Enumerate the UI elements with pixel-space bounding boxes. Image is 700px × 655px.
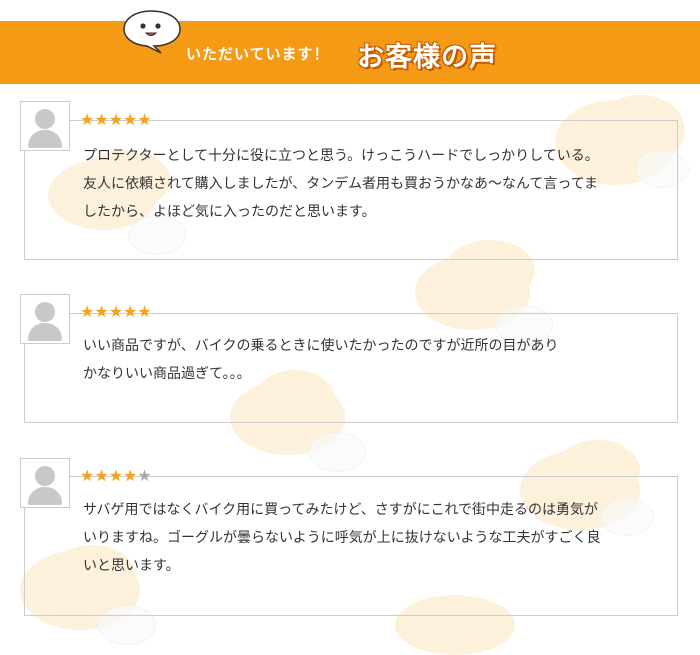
review-text: いい商品ですが、バイクの乗るときに使いたかったのですが近所の目があり かなりいい… (83, 332, 653, 388)
speech-bubble-face-icon (123, 10, 181, 54)
star-filled-icon: ★ (108, 466, 124, 485)
star-filled-icon: ★ (123, 466, 138, 485)
user-silhouette-icon (20, 458, 70, 508)
review-text: サバゲ用ではなくバイク用に買ってみたけど、さすがにこれで街中走るのは勇気が いり… (83, 496, 653, 580)
star-filled-icon: ★ (80, 110, 95, 129)
star-filled-icon: ★ (80, 302, 95, 321)
star-filled-icon: ★ (94, 466, 109, 485)
review-line: いりますね。ゴーグルが曇らないように呼気が上に抜けないような工夫がすごく良 (83, 530, 601, 546)
star-filled-icon: ★ (123, 110, 138, 129)
star-rating: ★★★★★ (80, 302, 152, 321)
page-title: お客様の声 (357, 42, 497, 73)
review-line: 友人に依頼されて購入しましたが、タンデム者用も買おうかなあ～なんて言ってま (83, 176, 598, 192)
header-banner (0, 21, 700, 84)
star-empty-icon: ★ (137, 466, 152, 485)
star-filled-icon: ★ (94, 110, 109, 129)
star-rating: ★★★★★ (80, 466, 152, 485)
star-filled-icon: ★ (94, 302, 109, 321)
header-subtitle: いただいています！ (186, 45, 330, 63)
star-filled-icon: ★ (80, 466, 95, 485)
review-line: かなりいい商品過ぎて。。。 (83, 366, 251, 382)
star-rating: ★★★★★ (80, 110, 152, 129)
review-text: プロテクターとして十分に役に立つと思う。けっこうハードでしっかりしている。 友人… (83, 142, 653, 226)
star-filled-icon: ★ (123, 302, 138, 321)
star-filled-icon: ★ (108, 110, 124, 129)
review-line: いと思います。 (83, 558, 180, 574)
user-silhouette-icon (20, 294, 70, 344)
review-line: したから、よほど気に入ったのだと思います。 (83, 204, 376, 220)
star-filled-icon: ★ (137, 302, 152, 321)
review-line: プロテクターとして十分に役に立つと思う。けっこうハードでしっかりしている。 (83, 148, 599, 164)
star-filled-icon: ★ (137, 110, 152, 129)
user-silhouette-icon (20, 101, 70, 151)
star-filled-icon: ★ (108, 302, 124, 321)
review-line: サバゲ用ではなくバイク用に買ってみたけど、さすがにこれで街中走るのは勇気が (83, 502, 599, 518)
review-line: いい商品ですが、バイクの乗るときに使いたかったのですが近所の目があり (83, 338, 559, 354)
